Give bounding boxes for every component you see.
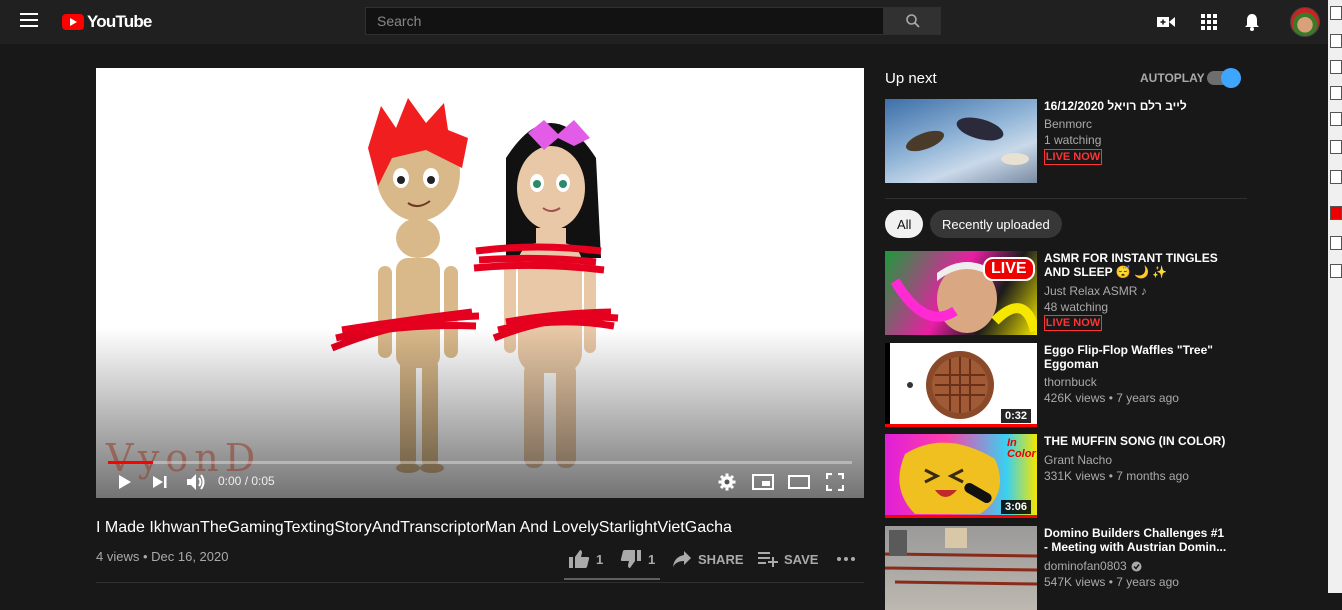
progress-bar-fill <box>108 461 153 464</box>
miniplayer-icon <box>752 474 774 490</box>
menu-icon[interactable] <box>20 13 38 29</box>
live-now-badge: LIVE NOW <box>1044 149 1102 165</box>
undo-icon[interactable] <box>1330 264 1342 278</box>
apps-grid-icon[interactable] <box>1199 12 1219 32</box>
gear-icon <box>718 473 736 491</box>
save-label: SAVE <box>784 551 819 567</box>
sidebar-item-channel-row: dominofan0803 <box>1044 559 1142 573</box>
account-avatar[interactable] <box>1290 7 1320 37</box>
color-swatch-icon[interactable] <box>1330 206 1342 220</box>
triangle-tool-icon[interactable] <box>1330 60 1342 74</box>
more-horizontal-icon <box>837 557 855 561</box>
live-now-badge: LIVE NOW <box>1044 315 1102 331</box>
time-display: 0:00 / 0:05 <box>218 474 275 488</box>
pencil-tool-icon[interactable] <box>1330 34 1342 48</box>
share-icon <box>673 551 691 567</box>
share-label: SHARE <box>698 551 744 567</box>
watched-progress-bar <box>885 424 1037 427</box>
thumbnail-eggo-waffles[interactable]: 0:32 <box>885 343 1037 427</box>
notifications-bell-icon[interactable] <box>1242 12 1262 32</box>
verified-check-icon <box>1131 561 1142 571</box>
search-icon <box>905 14 920 28</box>
sidebar-item-title[interactable]: Eggo Flip-Flop Waffles "Tree" Eggoman <box>1044 343 1229 371</box>
thumbs-down-icon <box>620 550 641 568</box>
info-divider <box>96 582 864 583</box>
skydivers-illustration <box>906 117 1029 165</box>
thumbs-up-icon <box>569 550 590 568</box>
thumbnail-muffin-song[interactable]: In Color 3:06 <box>885 434 1037 518</box>
sidebar-item-meta: 331K views • 7 months ago <box>1044 469 1189 483</box>
share-button[interactable]: SHARE <box>672 549 744 569</box>
fullscreen-icon <box>826 473 844 491</box>
like-button[interactable]: 1 <box>568 549 603 569</box>
more-actions-button[interactable] <box>836 549 856 569</box>
text-tool-icon[interactable] <box>1330 140 1342 154</box>
logo-text: YouTube <box>87 12 152 31</box>
youtube-play-icon <box>62 14 84 30</box>
sidebar-item-meta: 547K views • 7 years ago <box>1044 575 1179 589</box>
skip-next-icon <box>153 476 167 488</box>
sidebar-item-meta: 426K views • 7 years ago <box>1044 391 1179 405</box>
thumbnail-asmr[interactable]: LIVE <box>885 251 1037 335</box>
autoplay-toggle-knob <box>1221 68 1241 88</box>
dominoes-illustration <box>885 528 1037 586</box>
in-color-thumb-text: In Color <box>1007 437 1036 460</box>
sidebar-item-meta: 48 watching <box>1044 300 1109 314</box>
sidebar-item-title[interactable]: ASMR FOR INSTANT TINGLES AND SLEEP 😴 🌙 ✨ <box>1044 251 1229 279</box>
like-ratio-bar <box>564 578 660 580</box>
search-button[interactable] <box>884 7 941 35</box>
lasso-tool-icon[interactable] <box>1330 112 1342 126</box>
dislike-button[interactable]: 1 <box>620 549 655 569</box>
next-button[interactable] <box>152 472 168 492</box>
like-count: 1 <box>596 551 604 567</box>
dislike-count: 1 <box>648 551 656 567</box>
theater-mode-button[interactable] <box>788 472 810 492</box>
browser-tool-strip <box>1328 0 1342 593</box>
rectangle-tool-icon[interactable] <box>1330 86 1342 100</box>
video-player[interactable]: VyonD 0:00 / 0:05 <box>96 68 864 498</box>
video-title: I Made IkhwanTheGamingTextingStoryAndTra… <box>96 519 732 536</box>
save-button[interactable]: SAVE <box>758 549 818 569</box>
sidebar-item-channel: Benmorc <box>1044 117 1093 131</box>
video-meta: 4 views • Dec 16, 2020 <box>96 549 229 564</box>
video-duration: 0:32 <box>1000 409 1031 423</box>
sidebar-item-title[interactable]: THE MUFFIN SONG (IN COLOR) <box>1044 434 1229 448</box>
play-icon <box>119 475 131 489</box>
sidebar-item-meta: 1 watching <box>1044 133 1102 147</box>
live-thumb-badge: LIVE <box>983 257 1035 281</box>
video-duration: 3:06 <box>1000 500 1031 514</box>
thumbnail-domino-builders[interactable] <box>885 526 1037 610</box>
miniplayer-button[interactable] <box>752 472 774 492</box>
line-width-icon[interactable] <box>1330 236 1342 250</box>
theater-mode-icon <box>788 475 810 489</box>
sidebar-item-channel: thornbuck <box>1044 375 1097 389</box>
chip-recently-uploaded[interactable]: Recently uploaded <box>930 210 1062 238</box>
sidebar-divider <box>885 198 1247 199</box>
fullscreen-button[interactable] <box>826 472 844 492</box>
watched-progress-bar <box>885 515 1037 518</box>
progress-bar[interactable] <box>108 461 852 464</box>
play-button[interactable] <box>118 472 132 492</box>
playlist-add-icon <box>758 552 778 567</box>
create-video-icon[interactable] <box>1156 12 1176 32</box>
thumbnail-live-battle-royale[interactable] <box>885 99 1037 183</box>
eraser-tool-icon[interactable] <box>1330 170 1342 184</box>
masthead: YouTube Search <box>0 0 1328 44</box>
sidebar-item-channel: Just Relax ASMR ♪ <box>1044 284 1147 298</box>
volume-icon <box>187 474 205 490</box>
sidebar-item-channel: Grant Nacho <box>1044 453 1113 467</box>
search-input[interactable]: Search <box>365 7 884 35</box>
pen-tool-icon[interactable] <box>1330 6 1342 20</box>
mute-button[interactable] <box>186 472 206 492</box>
sidebar-item-title[interactable]: 16/12/2020 לייב רלם רויאל <box>1044 99 1229 113</box>
settings-button[interactable] <box>718 472 736 492</box>
up-next-heading: Up next <box>885 70 937 87</box>
autoplay-label: AUTOPLAY <box>1140 71 1205 85</box>
sidebar-item-channel: dominofan0803 <box>1044 559 1127 573</box>
sidebar-item-title[interactable]: Domino Builders Challenges #1 - Meeting … <box>1044 526 1229 554</box>
youtube-logo[interactable]: YouTube <box>62 11 152 33</box>
chip-all[interactable]: All <box>885 210 924 238</box>
